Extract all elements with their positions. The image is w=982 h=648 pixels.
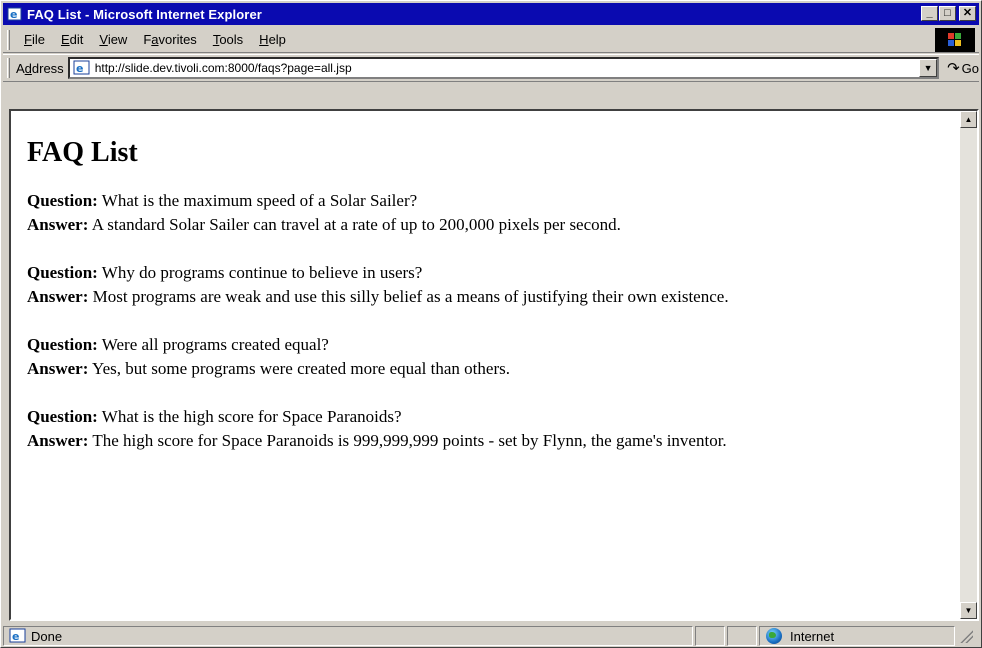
svg-text:e: e: [76, 62, 83, 75]
question-label: Question:: [27, 263, 98, 282]
menu-favorites-label: vorites: [158, 32, 197, 47]
question-label: Question:: [27, 191, 98, 210]
faq-question: Question: What is the maximum speed of a…: [27, 189, 961, 213]
windows-logo-icon: [935, 28, 975, 52]
menu-file-accel: F: [24, 32, 32, 47]
question-label: Question:: [27, 335, 98, 354]
zone-label: Internet: [790, 628, 835, 644]
status-cell-security: [727, 626, 757, 646]
faq-item: Question: What is the high score for Spa…: [27, 405, 961, 453]
menu-edit[interactable]: Edit: [53, 32, 91, 47]
resize-grip-icon[interactable]: [959, 629, 973, 643]
content-frame: FAQ List Question: What is the maximum s…: [9, 109, 979, 621]
title-bar[interactable]: e FAQ List - Microsoft Internet Explorer…: [3, 3, 979, 25]
status-bar: e Done Internet: [3, 625, 979, 647]
window-controls: _ □ ✕: [920, 6, 976, 21]
answer-text: The high score for Space Paranoids is 99…: [92, 431, 727, 450]
browser-window: e FAQ List - Microsoft Internet Explorer…: [0, 0, 982, 648]
faq-answer: Answer: A standard Solar Sailer can trav…: [27, 213, 961, 237]
ie-logo-icon: e: [7, 6, 23, 22]
address-label-accel: d: [24, 60, 32, 76]
faq-item: Question: What is the maximum speed of a…: [27, 189, 961, 237]
vertical-scrollbar[interactable]: ▲ ▼: [960, 111, 977, 619]
answer-text: Most programs are weak and use this sill…: [92, 287, 729, 306]
address-grip[interactable]: [7, 58, 10, 78]
address-input[interactable]: e http://slide.dev.tivoli.com:8000/faqs?…: [67, 57, 940, 79]
address-label-rest: dress: [31, 60, 64, 76]
minimize-button[interactable]: _: [921, 6, 938, 21]
question-label: Question:: [27, 407, 98, 426]
answer-label: Answer:: [27, 215, 89, 234]
question-text: What is the maximum speed of a Solar Sai…: [101, 191, 418, 210]
faq-answer: Answer: The high score for Space Paranoi…: [27, 429, 961, 453]
faq-answer: Answer: Yes, but some programs were crea…: [27, 357, 961, 381]
scroll-up-button[interactable]: ▲: [960, 111, 977, 128]
menu-view-label: iew: [107, 32, 128, 47]
answer-text: A standard Solar Sailer can travel at a …: [91, 215, 621, 234]
page-icon: e: [73, 60, 91, 76]
status-main: e Done: [3, 626, 693, 646]
faq-item: Question: Were all programs created equa…: [27, 333, 961, 381]
answer-label: Answer:: [27, 287, 89, 306]
address-label: Address: [16, 61, 64, 76]
address-bar: Address e http://slide.dev.tivoli.com:80…: [3, 54, 979, 82]
menu-file-label: ile: [31, 32, 45, 47]
faq-question: Question: Were all programs created equa…: [27, 333, 961, 357]
question-text: Were all programs created equal?: [101, 335, 329, 354]
answer-label: Answer:: [27, 359, 89, 378]
menu-file[interactable]: File: [16, 32, 53, 47]
question-text: What is the high score for Space Paranoi…: [101, 407, 402, 426]
close-button[interactable]: ✕: [959, 6, 976, 21]
status-page-icon: e: [9, 628, 27, 644]
menu-bar: File Edit View Favorites Tools Help: [3, 27, 979, 53]
maximize-button[interactable]: □: [939, 6, 956, 21]
address-url: http://slide.dev.tivoli.com:8000/faqs?pa…: [94, 61, 352, 75]
chevron-down-icon[interactable]: ▼: [919, 59, 938, 77]
svg-text:e: e: [12, 630, 19, 643]
status-text: Done: [31, 628, 63, 644]
menu-help[interactable]: Help: [251, 32, 294, 47]
toolbar-grip[interactable]: [7, 29, 10, 50]
content-top-gap: [3, 84, 979, 109]
menu-edit-label: dit: [69, 32, 84, 47]
globe-icon: [766, 628, 782, 644]
menu-view[interactable]: View: [91, 32, 135, 47]
scroll-down-button[interactable]: ▼: [960, 602, 977, 619]
menu-view-accel: V: [99, 32, 108, 47]
menu-edit-accel: E: [60, 32, 70, 47]
page-title: FAQ List: [27, 137, 138, 168]
page-content: FAQ List Question: What is the maximum s…: [11, 111, 961, 619]
answer-label: Answer:: [27, 431, 89, 450]
menu-help-label: elp: [268, 32, 286, 47]
question-text: Why do programs continue to believe in u…: [101, 263, 423, 282]
svg-text:e: e: [10, 8, 17, 21]
go-arrow-icon: ↷: [947, 60, 960, 77]
go-button[interactable]: ↷ Go: [947, 59, 979, 77]
window-title: FAQ List - Microsoft Internet Explorer: [27, 6, 262, 22]
menu-favorites[interactable]: Favorites: [135, 32, 204, 47]
address-label-pre: A: [15, 60, 25, 76]
faq-answer: Answer: Most programs are weak and use t…: [27, 285, 961, 309]
go-label: Go: [961, 60, 979, 76]
faq-question: Question: What is the high score for Spa…: [27, 405, 961, 429]
menu-tools[interactable]: Tools: [205, 32, 251, 47]
security-zone[interactable]: Internet: [759, 626, 955, 646]
answer-text: Yes, but some programs were created more…: [92, 359, 510, 378]
menu-favorites-accel: a: [151, 32, 159, 47]
faq-question: Question: Why do programs continue to be…: [27, 261, 961, 285]
status-cell-progress: [695, 626, 725, 646]
menu-tools-label: ools: [219, 32, 244, 47]
menu-help-accel: H: [259, 32, 269, 47]
faq-item: Question: Why do programs continue to be…: [27, 261, 961, 309]
